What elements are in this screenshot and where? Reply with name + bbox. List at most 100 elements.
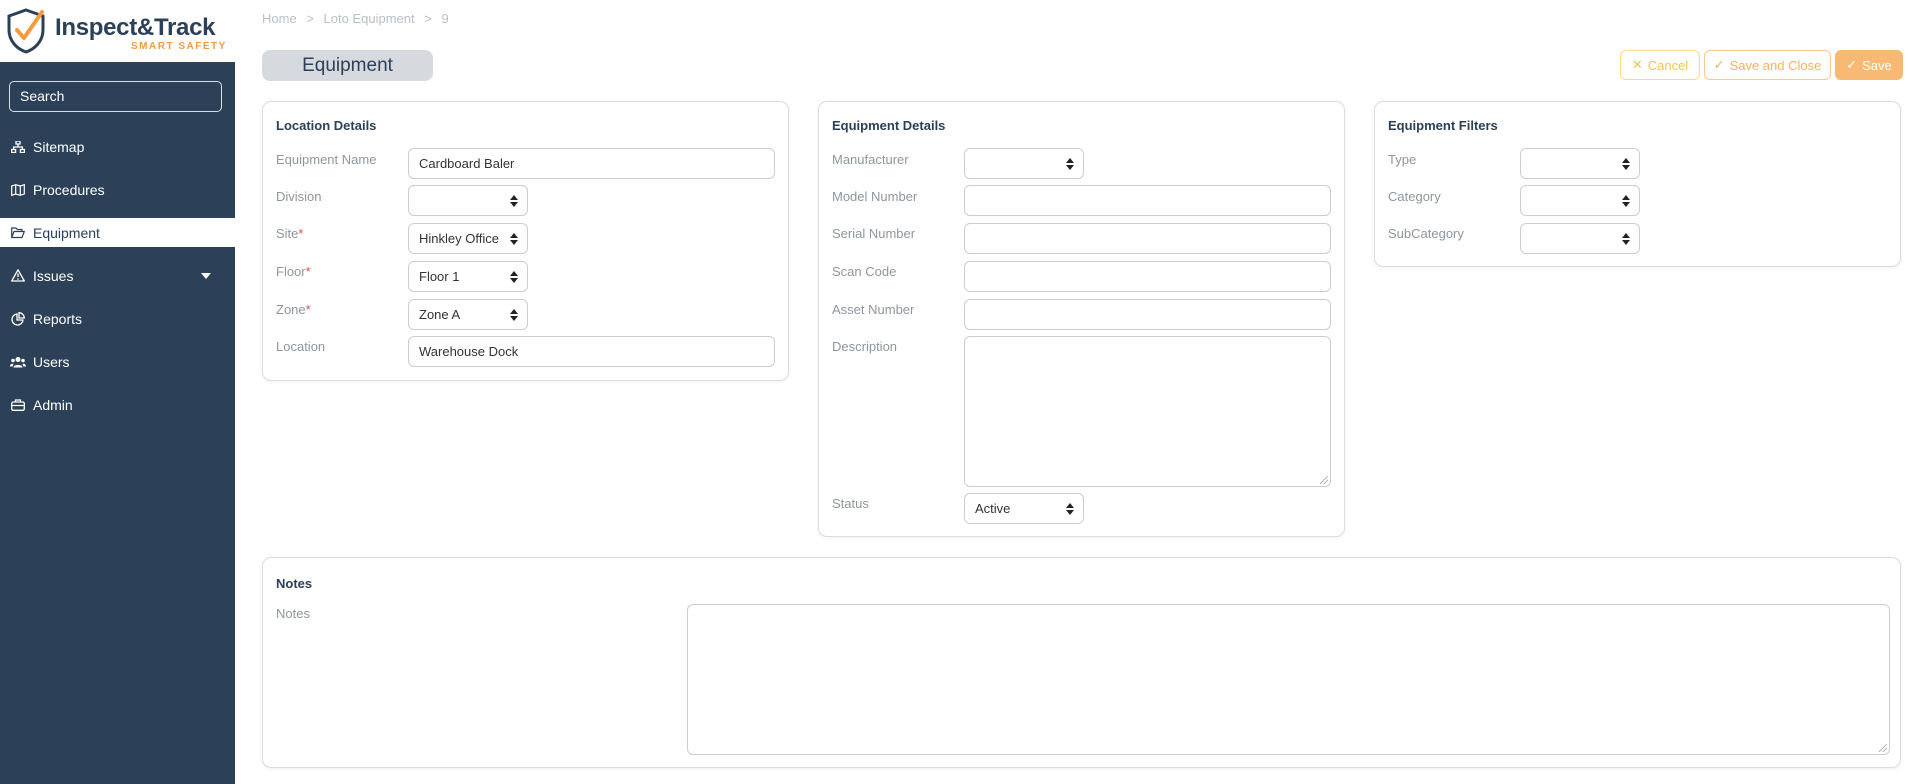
asset-number-label: Asset Number <box>832 302 915 317</box>
card-title: Equipment Details <box>832 118 946 133</box>
breadcrumb-separator: > <box>306 11 314 26</box>
sidebar-item-label: Procedures <box>33 181 105 198</box>
breadcrumb-separator: > <box>424 11 432 26</box>
sort-arrows-icon <box>1622 233 1630 245</box>
model-number-input[interactable] <box>964 185 1331 216</box>
serial-number-input[interactable] <box>964 223 1331 254</box>
notes-textarea[interactable] <box>687 604 1890 755</box>
cancel-label: Cancel <box>1647 57 1689 73</box>
sort-arrows-icon <box>510 271 518 283</box>
sidebar-item-sitemap[interactable]: Sitemap <box>0 125 235 168</box>
site-value: Hinkley Office <box>419 231 499 246</box>
check-icon: ✓ <box>1846 57 1858 72</box>
model-number-label: Model Number <box>832 189 918 204</box>
scan-code-input[interactable] <box>964 261 1331 292</box>
serial-number-label: Serial Number <box>832 226 916 241</box>
floor-label: Floor* <box>276 264 311 279</box>
sort-arrows-icon <box>1622 158 1630 170</box>
notes-card: Notes Notes <box>262 557 1901 768</box>
sort-arrows-icon <box>1066 158 1074 170</box>
close-icon: ✕ <box>1631 57 1643 72</box>
breadcrumb: Home > Loto Equipment > 9 <box>262 11 455 26</box>
save-button[interactable]: ✓ Save <box>1835 50 1903 80</box>
shield-check-icon <box>7 8 45 54</box>
sidebar-item-label: Sitemap <box>33 138 85 155</box>
breadcrumb-home[interactable]: Home <box>262 11 297 26</box>
sidebar-item-admin[interactable]: Admin <box>0 383 235 426</box>
sort-arrows-icon <box>510 195 518 207</box>
location-input[interactable]: Warehouse Dock <box>408 336 775 367</box>
brand-tagline: SMART SAFETY <box>131 41 227 52</box>
description-textarea[interactable] <box>964 336 1331 487</box>
site-select[interactable]: Hinkley Office <box>408 223 528 254</box>
zone-label: Zone* <box>276 302 311 317</box>
sidebar-item-reports[interactable]: Reports <box>0 297 235 340</box>
card-title: Notes <box>276 576 313 591</box>
manufacturer-select[interactable] <box>964 148 1084 179</box>
site-label: Site* <box>276 226 304 241</box>
asset-number-input[interactable] <box>964 299 1331 330</box>
division-select[interactable] <box>408 185 528 216</box>
required-marker: * <box>305 302 311 317</box>
floor-value: Floor 1 <box>419 269 460 284</box>
equipment-details-card: Equipment Details Manufacturer Model Num… <box>818 101 1345 537</box>
manufacturer-label: Manufacturer <box>832 152 909 167</box>
zone-select[interactable]: Zone A <box>408 299 528 330</box>
status-label: Status <box>832 496 869 511</box>
notes-label: Notes <box>276 606 310 621</box>
subcategory-label: SubCategory <box>1388 226 1464 241</box>
card-title: Equipment Filters <box>1388 118 1498 133</box>
save-and-close-button[interactable]: ✓ Save and Close <box>1704 50 1831 80</box>
division-label: Division <box>276 189 322 204</box>
breadcrumb-loto-equipment[interactable]: Loto Equipment <box>324 11 415 26</box>
location-label: Location <box>276 339 326 354</box>
resize-handle-icon[interactable] <box>1320 476 1328 484</box>
sidebar-item-equipment[interactable]: Equipment <box>0 218 235 247</box>
sidebar-item-procedures[interactable]: Procedures <box>0 168 235 211</box>
folder-open-icon <box>10 225 26 241</box>
toolbox-icon <box>10 397 26 413</box>
sidebar-item-label: Admin <box>33 396 73 413</box>
brand-logo[interactable]: Inspect&Track SMART SAFETY <box>0 0 235 62</box>
sitemap-icon <box>10 139 26 155</box>
category-label: Category <box>1388 189 1441 204</box>
save-and-close-label: Save and Close <box>1729 57 1822 73</box>
search-input[interactable]: Search <box>9 81 222 112</box>
type-select[interactable] <box>1520 148 1640 179</box>
zone-value: Zone A <box>419 307 461 322</box>
floor-select[interactable]: Floor 1 <box>408 261 528 292</box>
subcategory-select[interactable] <box>1520 223 1640 254</box>
breadcrumb-current: 9 <box>441 11 449 26</box>
equipment-name-input[interactable]: Cardboard Baler <box>408 148 775 179</box>
required-marker: * <box>305 264 311 279</box>
status-select[interactable]: Active <box>964 493 1084 524</box>
sidebar-nav: Sitemap Procedures Equipment Issues Repo… <box>0 125 235 426</box>
equipment-filters-card: Equipment Filters Type Category SubCateg… <box>1374 101 1901 267</box>
equipment-name-label: Equipment Name <box>276 152 377 167</box>
sort-arrows-icon <box>1066 503 1074 515</box>
type-label: Type <box>1388 152 1417 167</box>
map-icon <box>10 182 26 198</box>
required-marker: * <box>298 226 304 241</box>
check-icon: ✓ <box>1713 57 1725 72</box>
status-value: Active <box>975 501 1011 516</box>
brand-name: Inspect&Track <box>55 14 216 41</box>
chevron-down-icon[interactable] <box>201 272 211 279</box>
description-label: Description <box>832 339 898 354</box>
save-label: Save <box>1862 57 1892 73</box>
users-icon <box>10 354 26 370</box>
sidebar-item-label: Equipment <box>33 224 100 241</box>
cancel-button[interactable]: ✕ Cancel <box>1620 50 1700 80</box>
sidebar-item-label: Issues <box>33 267 74 284</box>
page-title: Equipment <box>262 50 433 81</box>
resize-handle-icon[interactable] <box>1879 744 1887 752</box>
sort-arrows-icon <box>510 233 518 245</box>
location-details-card: Location Details Equipment Name Cardboar… <box>262 101 789 381</box>
sidebar-item-users[interactable]: Users <box>0 340 235 383</box>
scan-code-label: Scan Code <box>832 264 897 279</box>
chart-pie-icon <box>10 311 26 327</box>
sidebar-item-issues[interactable]: Issues <box>0 254 235 297</box>
sort-arrows-icon <box>510 309 518 321</box>
sidebar: Inspect&Track SMART SAFETY Search Sitema… <box>0 0 235 784</box>
category-select[interactable] <box>1520 185 1640 216</box>
